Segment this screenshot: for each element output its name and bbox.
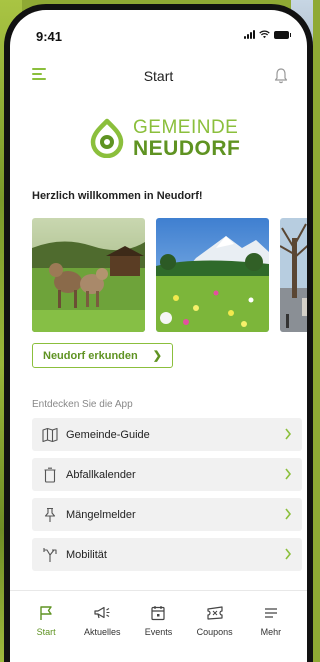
bottom-tab-bar: Start Aktuelles Events Coupons Mehr xyxy=(10,590,307,662)
app-header: Start xyxy=(10,56,307,96)
image-carousel[interactable] xyxy=(32,218,307,332)
trash-icon xyxy=(44,467,56,483)
tab-coupons[interactable]: Coupons xyxy=(189,605,241,662)
pin-icon xyxy=(44,507,56,522)
list-item-label: Gemeinde-Guide xyxy=(66,428,150,441)
list-item-label: Mängelmelder xyxy=(66,508,136,521)
logo-wordmark: GEMEINDE NEUDORF xyxy=(133,118,240,159)
tab-mehr[interactable]: Mehr xyxy=(245,605,297,662)
explore-neudorf-button[interactable]: Neudorf erkunden ❯ xyxy=(32,343,173,368)
map-icon xyxy=(42,427,58,442)
logo-mark-icon xyxy=(90,118,124,158)
tab-label: Aktuelles xyxy=(84,627,121,637)
chevron-right-icon xyxy=(285,508,292,520)
welcome-heading: Herzlich willkommen in Neudorf! xyxy=(32,190,203,202)
phone-frame: 9:41 Start GEMEINDE NEUDORF Herzlich wil… xyxy=(4,4,313,662)
carousel-image-cows[interactable] xyxy=(32,218,145,332)
list-item-gemeinde-guide[interactable]: Gemeinde-Guide xyxy=(32,418,302,451)
chevron-right-icon xyxy=(285,548,292,560)
logo-line-gemeinde: GEMEINDE xyxy=(133,116,239,138)
carousel-image-tree[interactable] xyxy=(280,218,307,332)
menu-icon xyxy=(264,608,277,618)
logo-line-neudorf: NEUDORF xyxy=(133,136,241,160)
discover-section-title: Entdecken Sie die App xyxy=(32,399,133,410)
wifi-icon xyxy=(259,30,270,39)
tab-label: Mehr xyxy=(260,627,282,637)
ticket-icon xyxy=(207,606,223,620)
calendar-icon xyxy=(151,606,166,621)
page-title: Start xyxy=(143,68,174,84)
status-icons xyxy=(244,30,291,39)
chevron-right-icon xyxy=(285,468,292,480)
list-item-label: Mobilität xyxy=(66,548,107,561)
app-screen: 9:41 Start GEMEINDE NEUDORF Herzlich wil… xyxy=(10,10,307,662)
tab-events[interactable]: Events xyxy=(132,605,184,662)
tab-start[interactable]: Start xyxy=(20,605,72,662)
list-item-abfallkalender[interactable]: Abfallkalender xyxy=(32,458,302,491)
tab-label: Events xyxy=(144,627,173,637)
tab-label: Start xyxy=(36,627,56,637)
list-item-label: Abfallkalender xyxy=(66,468,136,481)
carousel-image-meadow[interactable] xyxy=(156,218,269,332)
route-icon xyxy=(43,547,57,562)
megaphone-icon xyxy=(94,606,110,619)
status-bar: 9:41 xyxy=(10,10,307,56)
battery-icon xyxy=(274,31,291,39)
tab-aktuelles[interactable]: Aktuelles xyxy=(76,605,128,662)
chevron-right-icon: ❯ xyxy=(152,350,162,362)
flag-icon xyxy=(40,606,52,620)
explore-button-label: Neudorf erkunden xyxy=(43,349,138,362)
status-time: 9:41 xyxy=(36,29,63,44)
signal-icon xyxy=(244,30,255,39)
bell-icon[interactable] xyxy=(273,67,289,84)
list-item-maengelmelder[interactable]: Mängelmelder xyxy=(32,498,302,531)
list-item-mobilitaet[interactable]: Mobilität xyxy=(32,538,302,571)
municipality-logo: GEMEINDE NEUDORF xyxy=(87,113,247,163)
chevron-right-icon xyxy=(285,428,292,440)
tab-label: Coupons xyxy=(196,627,233,637)
